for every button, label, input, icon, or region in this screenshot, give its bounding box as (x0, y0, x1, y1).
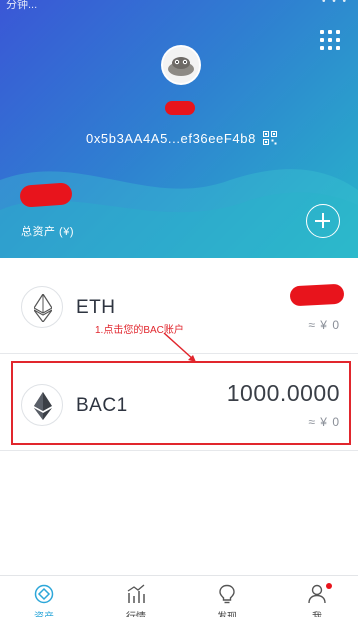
add-asset-button[interactable] (306, 204, 340, 238)
tab-me[interactable]: 我 (282, 576, 352, 617)
status-bar-icons: • • • (321, 0, 348, 7)
wallet-icon (34, 584, 54, 604)
menu-grid-icon[interactable] (318, 28, 342, 52)
tab-label: 行情 (101, 608, 171, 617)
wallet-header: 分钟... • • • 0x5b3AA4A5...ef36eeF4b8 总资产 … (0, 0, 358, 258)
tab-market[interactable]: 行情 (101, 576, 171, 617)
token-symbol: ETH (76, 297, 116, 318)
wallet-address[interactable]: 0x5b3AA4A5...ef36eeF4b8 (86, 131, 256, 146)
row-divider (0, 450, 358, 451)
total-assets-label: 总资产 (¥) (21, 226, 74, 238)
ethereum-icon (21, 286, 63, 328)
tab-assets[interactable]: 资产 (9, 576, 79, 617)
bottom-tab-bar: 资产 行情 发现 我 (0, 575, 358, 617)
redaction-mark (165, 101, 195, 115)
annotation-arrow (163, 332, 196, 362)
tab-label: 资产 (9, 608, 79, 617)
redaction-mark (289, 283, 345, 307)
qr-code-icon[interactable] (263, 131, 277, 145)
tab-discover[interactable]: 发现 (192, 576, 262, 617)
annotation-highlight-box (11, 361, 351, 445)
avatar-image (163, 47, 199, 83)
bulb-icon (219, 584, 235, 604)
redaction-mark (19, 182, 73, 208)
notification-badge (326, 583, 332, 589)
person-icon (308, 584, 326, 604)
tab-label: 发现 (192, 608, 262, 617)
chart-icon (127, 584, 145, 603)
token-fiat-value: ≈ ¥ 0 (308, 318, 340, 332)
avatar[interactable] (161, 45, 201, 85)
status-bar-carrier: 分钟... (6, 0, 38, 11)
tab-label: 我 (282, 608, 352, 617)
